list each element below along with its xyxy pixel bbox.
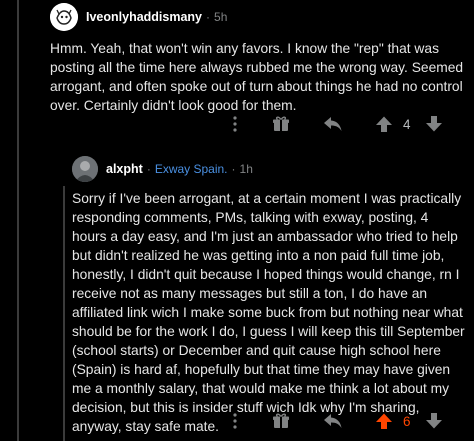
comment-actions: 6 [222, 408, 447, 434]
separator: · [206, 10, 211, 24]
reply-icon[interactable] [320, 408, 346, 434]
username[interactable]: alxpht [106, 162, 143, 176]
username[interactable]: Iveonlyhaddismany [86, 10, 202, 24]
user-flair: Exway Spain. [154, 162, 228, 176]
thread-line-nested[interactable] [63, 186, 65, 441]
thread-line[interactable] [17, 0, 19, 441]
reply-icon[interactable] [320, 111, 346, 137]
separator: · [231, 162, 236, 176]
comment-thread: Iveonlyhaddismany · 5h Hmm. Yeah, that w… [0, 0, 474, 441]
avatar[interactable] [50, 3, 78, 31]
vote-count: 4 [403, 116, 411, 132]
downvote-icon[interactable] [421, 111, 447, 137]
comment: Iveonlyhaddismany · 5h Hmm. Yeah, that w… [50, 2, 470, 115]
more-icon[interactable] [222, 408, 248, 434]
downvote-icon[interactable] [421, 408, 447, 434]
more-icon[interactable] [222, 111, 248, 137]
avatar[interactable] [72, 156, 98, 182]
comment-header: alxpht · Exway Spain. · 1h [72, 154, 472, 184]
comment-header: Iveonlyhaddismany · 5h [50, 2, 470, 32]
timestamp[interactable]: 5h [214, 10, 227, 24]
separator: · [146, 162, 151, 176]
award-icon[interactable] [268, 111, 294, 137]
comment-body: Sorry if I've been arrogant, at a certai… [72, 191, 465, 434]
timestamp[interactable]: 1h [240, 162, 253, 176]
comment-actions: 4 [222, 111, 447, 137]
comment-reply: alxpht · Exway Spain. · 1h Sorry if I've… [72, 154, 472, 436]
award-icon[interactable] [268, 408, 294, 434]
comment-body: Hmm. Yeah, that won't win any favors. I … [50, 41, 464, 113]
upvote-icon[interactable] [371, 408, 397, 434]
vote-count: 6 [403, 413, 411, 429]
upvote-icon[interactable] [371, 111, 397, 137]
